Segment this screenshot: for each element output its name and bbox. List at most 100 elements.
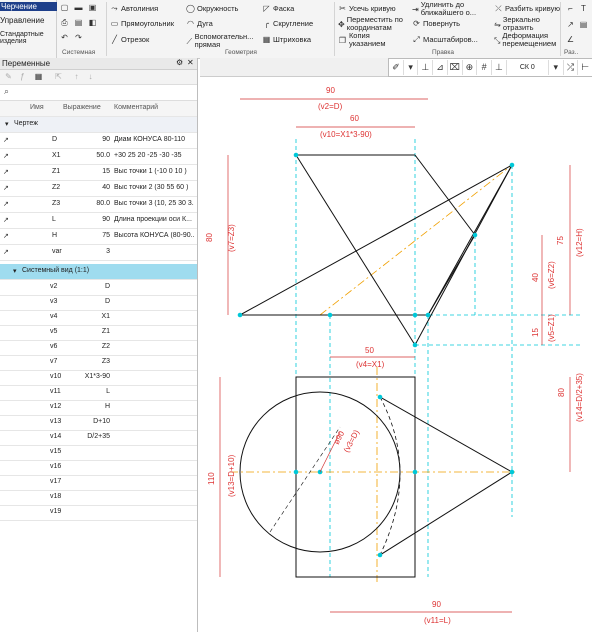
var-expression[interactable]: H xyxy=(105,403,110,410)
panel-settings-icon[interactable]: ⚙ xyxy=(176,58,183,67)
hatch-button[interactable]: ▦ Штриховка xyxy=(262,35,311,44)
scale-button[interactable]: ⤢ Масштабиров... xyxy=(412,35,478,44)
var-expression[interactable]: 3 xyxy=(106,248,110,255)
dim-left-h[interactable]: 80 xyxy=(205,233,214,242)
dim-right-40[interactable]: 40 xyxy=(531,273,540,282)
trim-button[interactable]: ✂ Усечь кривую xyxy=(338,4,396,13)
grid-icon[interactable]: # xyxy=(477,60,493,75)
tab-management[interactable]: Управление xyxy=(0,16,44,25)
save-icon[interactable]: ▣ xyxy=(88,3,97,12)
table-row[interactable]: v3 D xyxy=(0,295,197,311)
table-row[interactable]: v2 D xyxy=(0,280,197,296)
lock-icon[interactable]: ⌧ xyxy=(448,60,463,75)
dim-top-inner[interactable]: 60 xyxy=(350,114,359,123)
table-row[interactable]: ↗ Z1 15 Выс точки 1 (-10 0 10 ) xyxy=(0,165,197,181)
table-row[interactable]: v15 xyxy=(0,445,197,461)
arc-button[interactable]: ◠ Дуга xyxy=(186,19,213,28)
down-arrow-icon[interactable]: ↓ xyxy=(86,72,95,81)
rotate-button[interactable]: ⟳ Повернуть xyxy=(412,19,460,28)
var-expression[interactable]: Z1 xyxy=(102,328,110,335)
leader-icon[interactable]: ↗ xyxy=(566,20,575,29)
var-expression[interactable]: 90 xyxy=(102,216,110,223)
var-expression[interactable]: Z3 xyxy=(102,358,110,365)
var-comment[interactable]: Выс точки 1 (-10 0 10 ) xyxy=(114,168,194,175)
var-expression[interactable]: 75 xyxy=(102,232,110,239)
copy-button[interactable]: ❐ Копия указанием xyxy=(338,32,408,48)
table-view-icon[interactable]: ▦ xyxy=(34,72,43,81)
var-expression[interactable]: D xyxy=(105,283,110,290)
var-expression[interactable]: 90 xyxy=(102,136,110,143)
table-row[interactable]: v14 D/2+35 xyxy=(0,430,197,446)
chevron-down-icon[interactable]: ▾ xyxy=(549,60,564,75)
section-system-view[interactable]: ▾ Системный вид (1:1) xyxy=(0,264,197,280)
dimension-icon[interactable]: ⌐ xyxy=(566,4,575,13)
chamfer-button[interactable]: ◸ Фаска xyxy=(262,4,294,13)
var-expression[interactable]: D+10 xyxy=(93,418,110,425)
table-row[interactable]: v11 L xyxy=(0,385,197,401)
aux-line-button[interactable]: ⟋ Вспомогательн... прямая xyxy=(186,33,258,49)
var-expression[interactable]: L xyxy=(106,388,110,395)
var-comment[interactable]: Выс точки 3 (10, 25 30 3... xyxy=(114,200,194,207)
dim-right-15[interactable]: 15 xyxy=(531,328,540,337)
redo-icon[interactable]: ↷ xyxy=(74,33,83,42)
table-row[interactable]: ↗ Z3 80.0 Выс точки 3 (10, 25 30 3... xyxy=(0,197,197,213)
split-button[interactable]: ⤫ Разбить кривую xyxy=(494,4,560,13)
tab-standard-parts[interactable]: Стандартные изделия xyxy=(0,31,54,45)
text-icon[interactable]: T xyxy=(579,4,588,13)
up-arrow-icon[interactable]: ↑ xyxy=(72,72,81,81)
var-comment[interactable]: Высота КОНУСА (80-90... xyxy=(114,232,194,239)
dropdown-icon[interactable]: ▾ xyxy=(404,60,419,75)
table-row[interactable]: v12 H xyxy=(0,400,197,416)
link-icon[interactable]: ⇱ xyxy=(54,72,63,81)
table-row[interactable]: ↗ Z2 40 Выс точки 2 (30 55 60 ) xyxy=(0,181,197,197)
table-row[interactable]: v5 Z1 xyxy=(0,325,197,341)
new-doc-icon[interactable]: ▢ xyxy=(60,3,69,12)
table-row[interactable]: v7 Z3 xyxy=(0,355,197,371)
var-expression[interactable]: 50.0 xyxy=(96,152,110,159)
autoline-button[interactable]: ⤳ Автолиния xyxy=(110,4,158,13)
table-row[interactable]: ↗ X1 50.0 +30 25 20 -25 -30 -35 xyxy=(0,149,197,165)
var-expression[interactable]: X1*3-90 xyxy=(85,373,110,380)
open-icon[interactable]: ▬ xyxy=(74,3,83,12)
drawing-canvas[interactable]: 90 (v2=D) 60 (v10=X1*3-90) 80 (v7=Z3) 75… xyxy=(200,77,592,632)
move-button[interactable]: ✥ Переместить по координатам xyxy=(338,16,410,32)
var-comment[interactable]: Диам КОНУСА 80-110 xyxy=(114,136,194,143)
table-row[interactable]: v13 D+10 xyxy=(0,415,197,431)
dim-bottom-90[interactable]: 90 xyxy=(432,600,441,609)
var-expression[interactable]: 80.0 xyxy=(96,200,110,207)
preview-icon[interactable]: ▤ xyxy=(74,18,83,27)
var-expression[interactable]: D xyxy=(105,298,110,305)
search-input[interactable] xyxy=(16,86,196,99)
fillet-button[interactable]: ╭ Скругление xyxy=(262,19,313,28)
section-drawing[interactable]: ▾ Чертеж xyxy=(0,117,197,133)
var-comment[interactable]: Выс точки 2 (30 55 60 ) xyxy=(114,184,194,191)
circle-button[interactable]: ◯ Окружность xyxy=(186,4,238,13)
param-icon[interactable]: ⤮ xyxy=(564,60,579,75)
var-expression[interactable]: X1 xyxy=(101,313,110,320)
fx-icon[interactable]: ƒ xyxy=(18,72,27,81)
table-row[interactable]: ↗ L 90 Длина проекции оси К... xyxy=(0,213,197,229)
table-row[interactable]: v17 xyxy=(0,475,197,491)
deform-button[interactable]: ⤡ Деформация перемещением xyxy=(494,32,556,48)
table-row[interactable]: ↗ H 75 Высота КОНУСА (80-90... xyxy=(0,229,197,245)
undo-icon[interactable]: ↶ xyxy=(60,33,69,42)
table-row[interactable]: v19 xyxy=(0,505,197,521)
expand-icon[interactable]: ▾ xyxy=(13,267,17,275)
dim-bottom-50[interactable]: 50 xyxy=(365,346,374,355)
style-icon[interactable]: ✐ xyxy=(389,60,404,75)
extend-button[interactable]: ⇥ Удлинить до ближайшего о... xyxy=(412,1,490,17)
table-row[interactable]: ↗ D 90 Диам КОНУСА 80-110 xyxy=(0,133,197,149)
search-field[interactable]: ⌕ xyxy=(0,85,197,101)
snap-icon[interactable]: ⊥ xyxy=(418,60,434,75)
param-mode-icon[interactable]: ⊢ xyxy=(578,60,592,75)
var-expression[interactable]: 15 xyxy=(102,168,110,175)
print-icon[interactable]: ⎙ xyxy=(60,18,69,27)
table-row[interactable]: v10 X1*3-90 xyxy=(0,370,197,386)
var-comment[interactable]: +30 25 20 -25 -30 -35 xyxy=(114,152,194,159)
table-row[interactable]: v4 X1 xyxy=(0,310,197,326)
rectangle-button[interactable]: ▭ Прямоугольник xyxy=(110,19,174,28)
angle-icon[interactable]: ∠ xyxy=(566,35,575,44)
table-row[interactable]: ↗ var 3 xyxy=(0,245,197,261)
table-row[interactable]: v6 Z2 xyxy=(0,340,197,356)
var-comment[interactable]: Длина проекции оси К... xyxy=(114,216,194,223)
